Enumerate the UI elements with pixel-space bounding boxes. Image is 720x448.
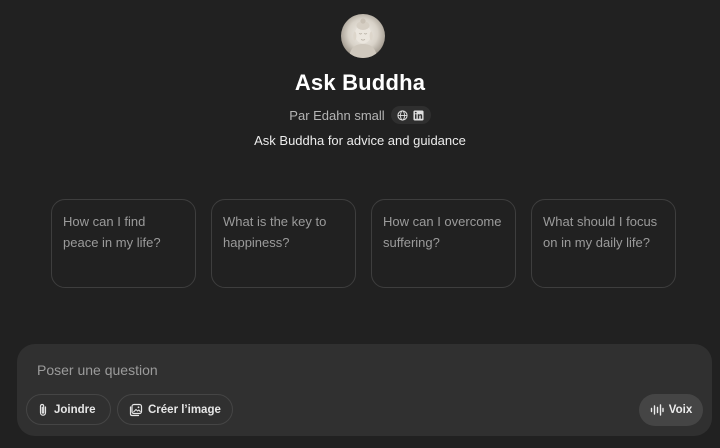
message-input[interactable] <box>35 358 679 382</box>
gpt-avatar <box>341 14 385 58</box>
gpt-description: Ask Buddha for advice and guidance <box>254 133 466 148</box>
suggestion-text: How can I find peace in my life? <box>63 214 161 250</box>
linkedin-icon[interactable] <box>413 109 425 121</box>
suggestion-card[interactable]: What should I focus on in my daily life? <box>531 199 676 288</box>
message-composer: Joindre Créer l’image <box>17 344 712 436</box>
buddha-statue-icon <box>349 18 377 58</box>
suggestion-text: What is the key to happiness? <box>223 214 327 250</box>
waveform-icon <box>650 404 664 416</box>
gpt-title: Ask Buddha <box>294 70 426 95</box>
suggestion-card[interactable]: How can I find peace in my life? <box>51 199 196 288</box>
attach-label: Joindre <box>54 403 96 416</box>
suggestion-cards: How can I find peace in my life? What is… <box>51 199 676 288</box>
attach-button[interactable]: Joindre <box>26 394 111 425</box>
voice-label: Voix <box>668 404 693 416</box>
social-links <box>390 106 431 124</box>
paperclip-icon <box>37 403 49 417</box>
voice-button[interactable]: Voix <box>639 394 703 426</box>
suggestion-card[interactable]: How can I overcome suffering? <box>371 199 516 288</box>
create-image-button[interactable]: Créer l’image <box>117 394 233 425</box>
gpt-author: Par Edahn small <box>289 107 385 123</box>
suggestion-card[interactable]: What is the key to happiness? <box>211 199 356 288</box>
globe-icon[interactable] <box>397 109 409 121</box>
image-create-icon <box>128 403 143 417</box>
suggestion-text: What should I focus on in my daily life? <box>543 214 658 250</box>
gpt-home-page: Ask Buddha Par Edahn small Ask Buddha fo… <box>0 0 720 448</box>
suggestion-text: How can I overcome suffering? <box>383 214 502 250</box>
create-image-label: Créer l’image <box>148 403 221 416</box>
gpt-byline: Par Edahn small <box>0 105 720 125</box>
